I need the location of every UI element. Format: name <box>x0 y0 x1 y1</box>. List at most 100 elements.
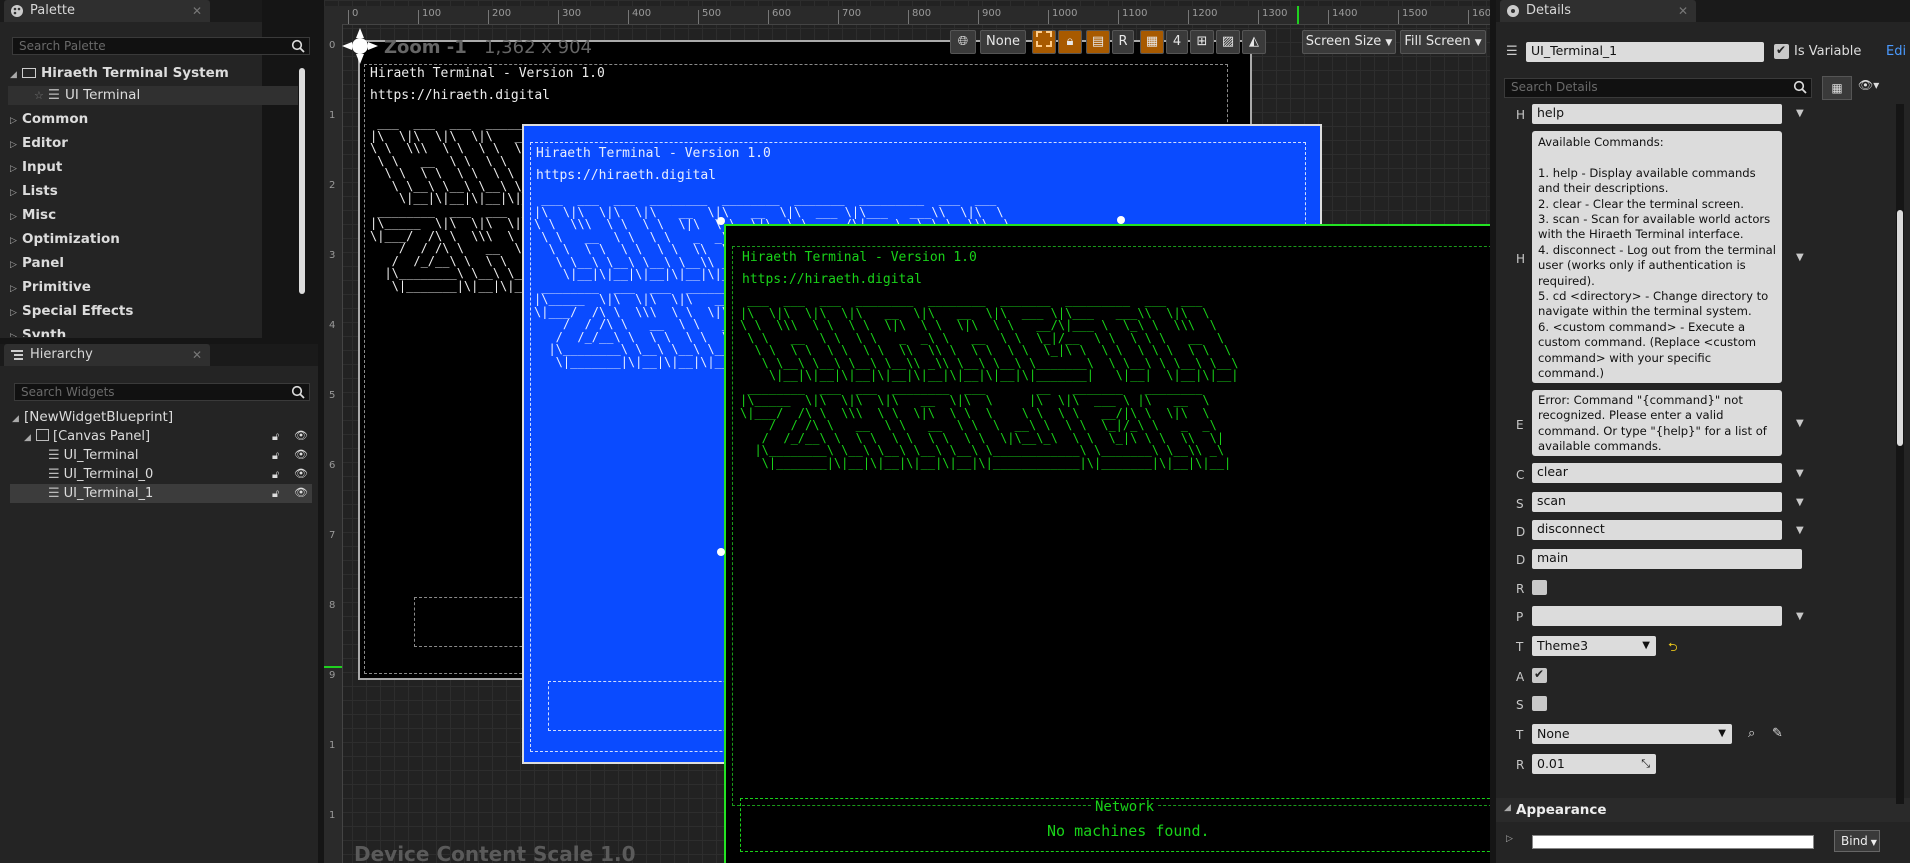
rate-spinbox[interactable]: 0.01 ⤡ <box>1532 754 1656 774</box>
layout-toggle[interactable]: ▤ <box>1086 30 1110 54</box>
palette-tab[interactable]: Palette ✕ <box>4 0 210 22</box>
palette-scrollbar[interactable] <box>298 64 306 300</box>
r-label: R <box>1118 34 1128 49</box>
disconnect-command-field[interactable]: disconnect <box>1532 520 1782 540</box>
scan-command-field[interactable]: scan <box>1532 492 1782 512</box>
lock-icon[interactable]: 🔓︎ <box>272 468 279 482</box>
palette-category-synth[interactable]: ▷ Synth <box>10 326 66 337</box>
palette-category-editor[interactable]: ▷ Editor <box>10 134 68 153</box>
chevron-down-icon[interactable]: ▼ <box>1796 497 1804 508</box>
chevron-down-icon[interactable]: ▼ <box>1796 525 1804 536</box>
preview-button[interactable]: ◭ <box>1242 30 1266 54</box>
eyedropper-icon[interactable]: ✎ <box>1772 726 1783 741</box>
selection-handle[interactable] <box>717 548 725 556</box>
help-text-field[interactable]: Available Commands: 1. help - Display av… <box>1532 131 1782 383</box>
outline-toggle[interactable] <box>1032 30 1056 54</box>
ruler-tick <box>1048 10 1049 24</box>
chevron-down-icon[interactable]: ▼ <box>1796 468 1804 479</box>
palette-category-input[interactable]: ▷ Input <box>10 158 62 177</box>
transform-button[interactable]: ⊞ <box>1190 30 1214 54</box>
palette-category-primitive[interactable]: ▷ Primitive <box>10 278 91 297</box>
screen-size-dropdown[interactable]: Screen Size ▼ <box>1302 30 1396 54</box>
hierarchy-item-root[interactable]: ◢ [NewWidgetBlueprint] <box>12 408 173 427</box>
close-icon[interactable]: ✕ <box>1678 0 1688 22</box>
eye-icon[interactable]: 👁︎ <box>294 448 308 461</box>
appearance-section-header[interactable]: ◢ Appearance <box>1496 798 1910 822</box>
chevron-right-icon[interactable]: ▷ <box>1506 834 1513 844</box>
globe-button[interactable]: 🌐︎ <box>950 30 976 54</box>
palette-item-ui-terminal[interactable]: ☆ ☰ UI Terminal <box>8 86 298 105</box>
widget-name-input[interactable]: UI_Terminal_1 <box>1526 42 1764 62</box>
chevron-down-icon[interactable]: ▼ <box>1796 252 1804 263</box>
designer-viewport[interactable]: 0 100 200 300 400 500 600 700 800 900 1000 1100 1200… <box>324 0 1490 863</box>
ruler-tick-label: 1100 <box>1122 8 1148 19</box>
bind-label: Bind <box>1841 834 1868 848</box>
eye-icon[interactable]: 👁︎ <box>294 486 308 499</box>
property-checkbox[interactable] <box>1532 580 1547 595</box>
palette-category-special-effects[interactable]: ▷ Special Effects <box>10 302 133 321</box>
lock-icon[interactable]: 🔓︎ <box>272 430 279 444</box>
error-text-field[interactable]: Error: Command "{command}" not recognize… <box>1532 390 1782 456</box>
hierarchy-item-ui-terminal[interactable]: ☰ UI_Terminal <box>48 446 138 465</box>
details-scrollbar[interactable] <box>1896 104 1904 804</box>
hierarchy-item-canvas-panel[interactable]: ◢ [Canvas Panel] <box>24 427 150 446</box>
property-checkbox[interactable] <box>1532 696 1547 711</box>
anchor-icon[interactable] <box>340 26 380 66</box>
ruler-tick <box>488 10 489 24</box>
background-button[interactable]: ▨ <box>1216 30 1240 54</box>
hierarchy-item-ui-terminal-1[interactable]: ☰ UI_Terminal_1 <box>48 484 153 503</box>
details-tab[interactable]: Details ✕ <box>1500 0 1696 22</box>
details-scrollbar-thumb[interactable] <box>1897 210 1903 446</box>
help-command-field[interactable]: help <box>1532 104 1782 124</box>
visibility-filter-button[interactable]: 👁︎▾ <box>1858 78 1879 92</box>
palette-category-hiraeth[interactable]: ◢ Hiraeth Terminal System <box>10 64 229 83</box>
lock-icon[interactable]: 🔓︎ <box>272 487 279 501</box>
close-icon[interactable]: ✕ <box>192 344 202 366</box>
property-checkbox-checked[interactable]: ✔ <box>1532 667 1547 683</box>
ruler-tick <box>978 10 979 24</box>
browse-icon[interactable]: ⌕ <box>1748 726 1755 741</box>
grid-toggle[interactable]: ▦ <box>1140 30 1164 54</box>
chevron-down-icon[interactable]: ▼ <box>1796 418 1804 429</box>
eye-icon[interactable]: 👁︎ <box>294 429 308 442</box>
fill-screen-dropdown[interactable]: Fill Screen ▼ <box>1400 30 1486 54</box>
ruler-tick-label: 9 <box>329 670 336 681</box>
palette-category-optimization[interactable]: ▷ Optimization <box>10 230 120 249</box>
appearance-color-bar[interactable] <box>1532 835 1814 849</box>
palette-category-lists[interactable]: ▷ Lists <box>10 182 58 201</box>
is-variable-checkbox[interactable]: ✔ <box>1774 43 1789 59</box>
selection-handle[interactable] <box>1117 216 1125 224</box>
chevron-down-icon[interactable]: ▼ <box>1796 108 1804 119</box>
palette-search-input[interactable]: Search Palette <box>12 37 310 55</box>
clear-command-field[interactable]: clear <box>1532 463 1782 483</box>
property-text-field[interactable] <box>1532 606 1782 626</box>
directory-field[interactable]: main <box>1532 549 1802 569</box>
r-toggle[interactable]: R <box>1112 30 1134 54</box>
terminal-window-ui-terminal-1[interactable]: Hiraeth Terminal - Version 1.0 https://h… <box>724 224 1490 863</box>
property-matrix-button[interactable]: ▦ <box>1822 76 1852 100</box>
eye-icon[interactable]: 👁︎ <box>294 467 308 480</box>
theme-dropdown[interactable]: Theme3 ▼ <box>1532 636 1656 656</box>
bind-button[interactable]: Bind ▼ <box>1834 830 1880 852</box>
locale-dropdown[interactable]: None <box>980 30 1026 54</box>
edit-link[interactable]: Edi <box>1886 44 1906 59</box>
asset-dropdown[interactable]: None ▼ <box>1532 724 1732 744</box>
palette-item-label: UI Terminal <box>64 87 141 103</box>
lock-icon[interactable]: 🔓︎ <box>272 449 279 463</box>
palette-category-misc[interactable]: ▷ Misc <box>10 206 56 225</box>
rate-value: 0.01 <box>1537 756 1565 771</box>
palette-category-panel[interactable]: ▷ Panel <box>10 254 64 273</box>
palette-panel: Palette ✕ Search Palette ◢ Hiraeth Termin… <box>0 0 310 338</box>
hierarchy-search-input[interactable]: Search Widgets <box>14 383 310 401</box>
lock-toggle[interactable]: 🔒︎ <box>1058 30 1082 54</box>
hierarchy-item-ui-terminal-0[interactable]: ☰ UI_Terminal_0 <box>48 465 153 484</box>
details-search-input[interactable]: Search Details <box>1504 78 1812 98</box>
close-icon[interactable]: ✕ <box>192 0 202 22</box>
palette-category-common[interactable]: ▷ Common <box>10 110 88 129</box>
hierarchy-tab[interactable]: Hierarchy ✕ <box>4 344 210 366</box>
reset-icon[interactable]: ⮌ <box>1668 638 1678 659</box>
palette-scrollbar-thumb[interactable] <box>299 68 305 294</box>
selection-handle[interactable] <box>717 217 725 225</box>
chevron-down-icon[interactable]: ▼ <box>1796 611 1804 622</box>
grid-size-dropdown[interactable]: 4 <box>1166 30 1188 54</box>
